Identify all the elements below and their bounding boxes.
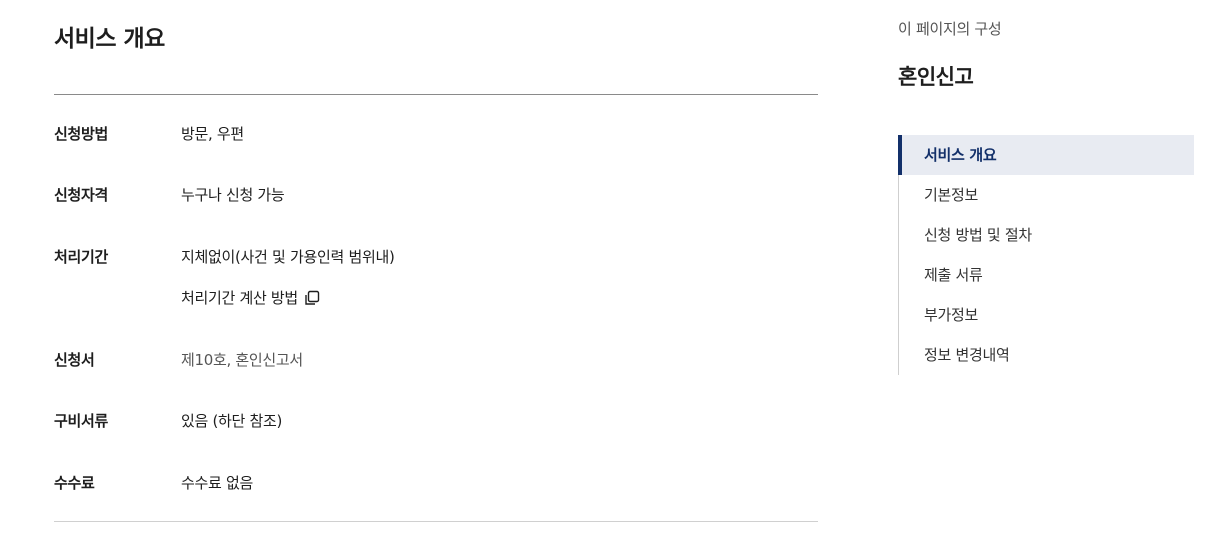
row-value: 수수료 없음	[181, 474, 253, 492]
row-value: 지체없이(사건 및 가용인력 범위내)	[181, 248, 395, 266]
row-value: 제10호, 혼인신고서	[181, 351, 303, 369]
copy-icon	[303, 290, 320, 306]
toc-item-basic-info[interactable]: 기본정보	[899, 175, 1194, 215]
toc-item-service-overview[interactable]: 서비스 개요	[898, 135, 1194, 175]
row-value: 있음 (하단 참조)	[181, 412, 283, 430]
row-label: 신청자격	[54, 186, 109, 204]
row-label: 처리기간	[54, 248, 109, 266]
link-label: 처리기간 계산 방법	[181, 289, 298, 307]
section-title: 서비스 개요	[54, 26, 165, 52]
row-label: 신청방법	[54, 125, 109, 143]
row-value: 방문, 우편	[181, 125, 244, 143]
toc-item-application-procedure[interactable]: 신청 방법 및 절차	[899, 215, 1194, 255]
toc-item-change-history[interactable]: 정보 변경내역	[899, 335, 1194, 375]
toc-title: 혼인신고	[898, 65, 974, 89]
row-label: 구비서류	[54, 412, 109, 430]
row-label: 수수료	[54, 474, 95, 492]
processing-period-calc-link[interactable]: 처리기간 계산 방법	[181, 287, 320, 308]
row-label: 신청서	[54, 351, 95, 369]
top-divider	[54, 94, 818, 95]
row-value: 누구나 신청 가능	[181, 186, 285, 204]
bottom-divider	[54, 521, 818, 522]
toc-item-additional-info[interactable]: 부가정보	[899, 295, 1194, 335]
toc-list: 서비스 개요 기본정보 신청 방법 및 절차 제출 서류 부가정보 정보 변경내…	[898, 135, 1194, 375]
toc-caption: 이 페이지의 구성	[898, 20, 1002, 38]
toc-item-submission-documents[interactable]: 제출 서류	[899, 255, 1194, 295]
